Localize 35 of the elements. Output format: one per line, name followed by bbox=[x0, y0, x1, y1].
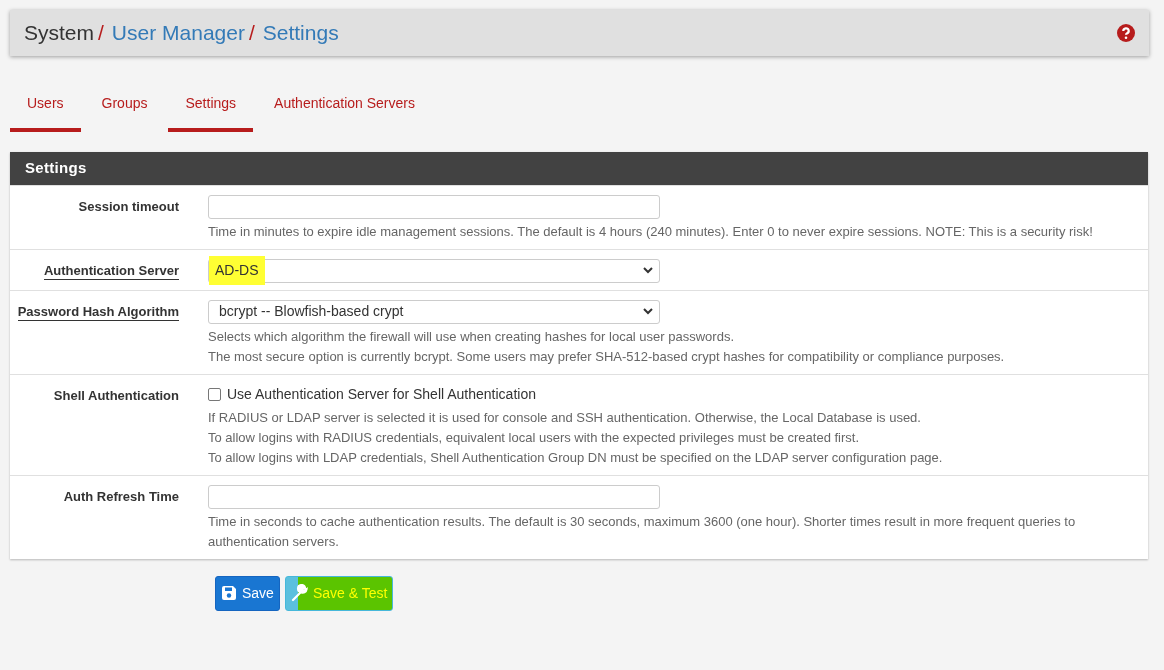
help-text: To allow logins with RADIUS credentials, equivalent local users with the expected privileges must be created first. bbox=[208, 428, 861, 447]
help-text: Time in seconds to cache authentication results. The default is 30 seconds, maximum 3600 (one hour). Shorter times result in more frequent queries to authentication servers. bbox=[208, 512, 1077, 551]
help-text: If RADIUS or LDAP server is selected it is used for console and SSH authentication. Otherwise, the Local Database is used. bbox=[208, 408, 922, 427]
checkbox[interactable] bbox=[208, 387, 221, 401]
help-text: Selects which algorithm the firewall will use when creating hashes for local user passwords. bbox=[208, 327, 736, 346]
breadcrumb-item[interactable]: User Manager bbox=[111, 21, 245, 45]
wrench-icon bbox=[290, 584, 309, 602]
tab[interactable]: Groups bbox=[84, 84, 165, 132]
input-field[interactable] bbox=[208, 484, 660, 509]
tab[interactable]: Authentication Servers bbox=[257, 84, 432, 132]
help-text: To allow logins with LDAP credentials, Shell Authentication Group DN must be specified on the LDAP server configuration page. bbox=[208, 448, 944, 467]
breadcrumb-separator: / bbox=[248, 21, 255, 45]
save-button[interactable]: Save bbox=[215, 575, 280, 611]
field-label: Session timeout bbox=[78, 198, 179, 214]
chevron-icon bbox=[643, 308, 653, 315]
tab[interactable]: Settings bbox=[168, 84, 254, 132]
tab[interactable]: Users bbox=[10, 84, 81, 132]
chevron-icon bbox=[643, 267, 653, 274]
select-field[interactable]: bcrypt -- Blowfish-based crypt bbox=[208, 299, 660, 324]
field-label: Password Hash Algorithm bbox=[17, 303, 179, 321]
breadcrumb-item[interactable]: Settings bbox=[262, 21, 339, 45]
field-label: Auth Refresh Time bbox=[63, 488, 179, 504]
help-text: The most secure option is currently bcrypt. Some users may prefer SHA-512-based crypt hashes for compatibility or compliance purposes. bbox=[208, 347, 1006, 366]
panel-title: Settings bbox=[10, 152, 1148, 185]
field-label: Shell Authentication bbox=[53, 387, 179, 403]
select-value: bcrypt -- Blowfish-based crypt bbox=[219, 302, 404, 321]
select-field[interactable]: AD-DS bbox=[208, 258, 660, 283]
help-icon[interactable] bbox=[1117, 24, 1135, 42]
field-label: Authentication Server bbox=[43, 262, 179, 280]
help-text: Time in minutes to expire idle management sessions. The default is 4 hours (240 minutes). Enter 0 to never expire sessions. NOTE: This is a security risk! bbox=[208, 222, 1094, 241]
select-value: AD-DS bbox=[209, 256, 265, 285]
input-field[interactable] bbox=[208, 194, 660, 219]
breadcrumb-item: System bbox=[24, 21, 94, 45]
checkbox-label[interactable]: Use Authentication Server for Shell Authentication bbox=[227, 385, 536, 402]
breadcrumb-separator: / bbox=[98, 21, 104, 45]
